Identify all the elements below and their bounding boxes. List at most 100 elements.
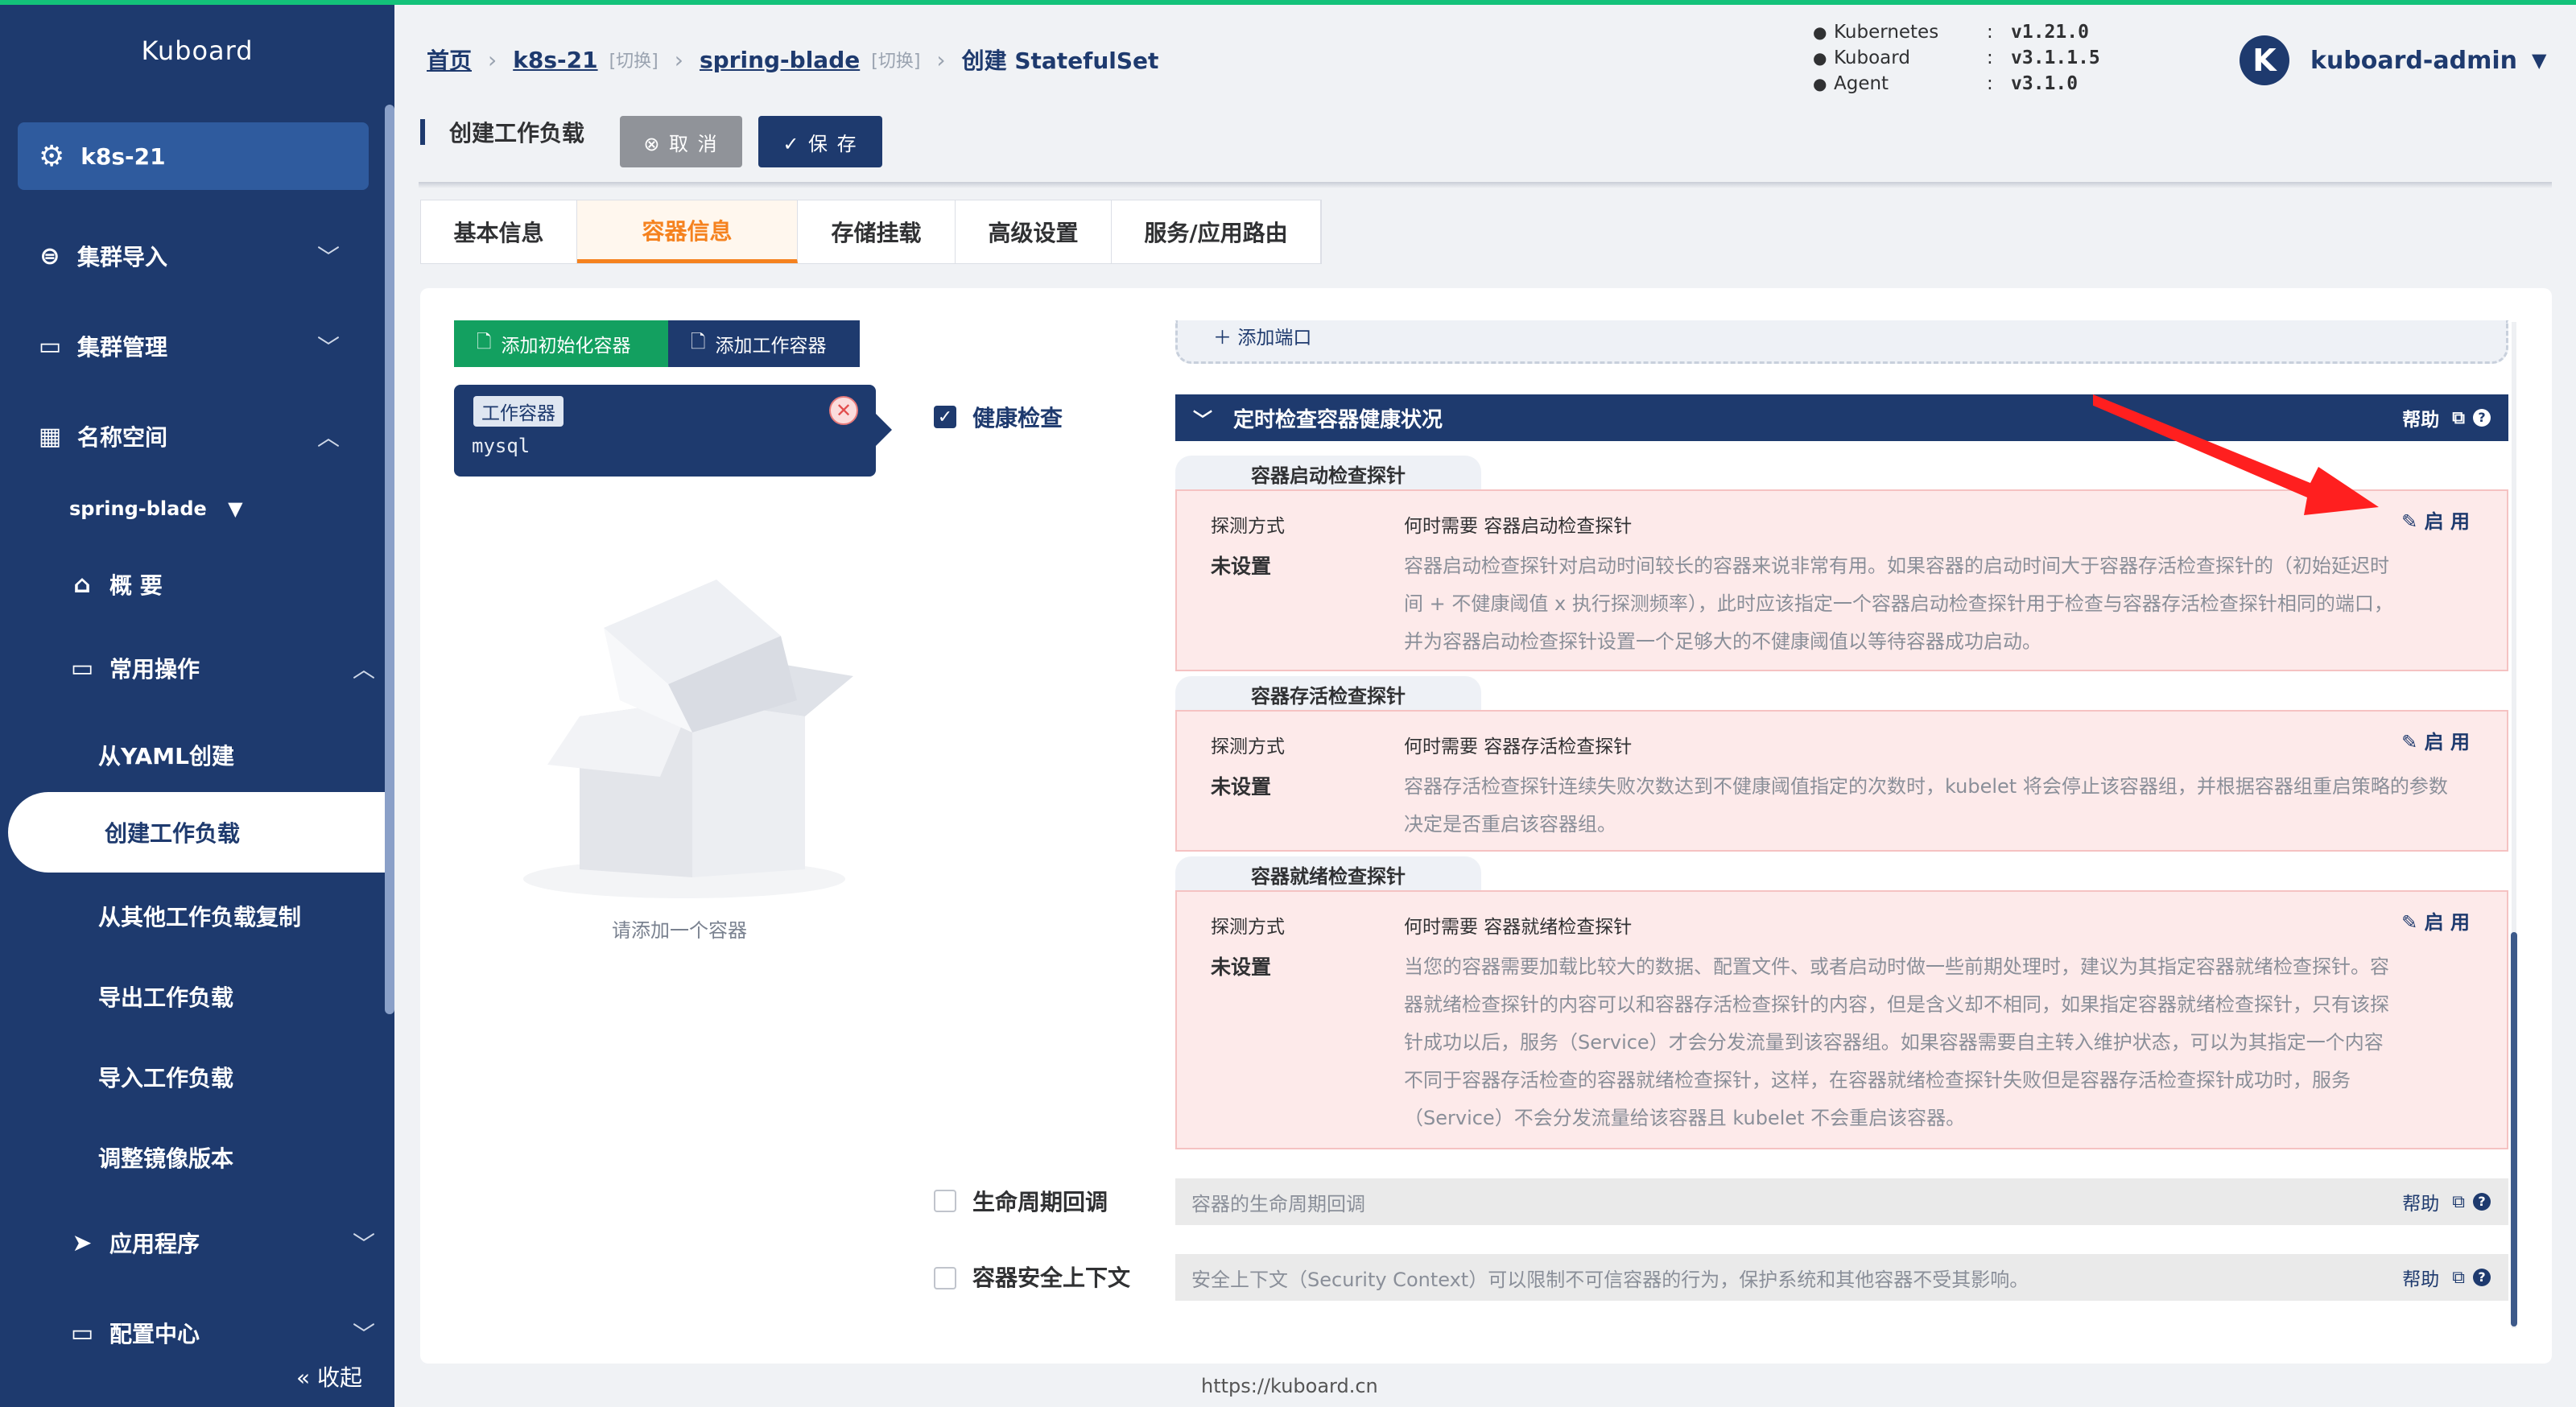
chevron-up-icon: ︿ xyxy=(316,424,340,451)
help-label: 帮助 xyxy=(2402,410,2440,431)
version-name: Agent xyxy=(1834,73,1889,94)
readiness-probe-tab[interactable]: 容器就绪检查探针 xyxy=(1175,856,1481,892)
sidebar-item-label: 应用程序 xyxy=(109,1231,200,1257)
sidebar-item-label: 集群管理 xyxy=(77,334,168,361)
footer-link[interactable]: https://kuboard.cn xyxy=(1201,1375,1378,1397)
sidebar-item-namespace[interactable]: ▦ 名称空间 ︿ xyxy=(0,412,378,460)
sidebar-item-apps[interactable]: ➤ 应用程序 ﹀ xyxy=(35,1219,378,1267)
tab-advanced[interactable]: 高级设置 xyxy=(956,200,1112,263)
cluster-selector[interactable]: ⚙ k8s-21 xyxy=(18,122,369,190)
help-link[interactable]: 帮助 ⧉ ? xyxy=(2402,1264,2491,1291)
container-card-mysql[interactable]: 工作容器 mysql ✕ xyxy=(454,385,892,477)
lifecycle-checkbox[interactable] xyxy=(934,1190,956,1212)
health-check-checkbox[interactable]: ✓ xyxy=(934,406,956,428)
enable-startup-probe-button[interactable]: ✎ 启 用 xyxy=(2401,505,2470,534)
collapse-label: 收起 xyxy=(316,1364,362,1391)
sidebar-scrollbar[interactable] xyxy=(385,105,394,1014)
tab-storage[interactable]: 存储挂载 xyxy=(798,200,956,263)
sidebar-item-create-workload[interactable]: 创建工作负载 xyxy=(8,792,394,873)
help-link[interactable]: 帮助 ⧉ ? xyxy=(2402,404,2491,431)
document-plus-icon: 🗋 xyxy=(691,331,706,353)
page-title-bar: 创建工作负载 xyxy=(420,116,584,148)
logo: Kuboard xyxy=(141,35,254,66)
namespace-name: spring-blade xyxy=(69,497,207,520)
pointer-triangle xyxy=(876,414,892,446)
tab-container-info[interactable]: 容器信息 xyxy=(577,200,798,263)
add-port-area: ＋ 添加端口 xyxy=(1175,320,2508,364)
briefcase-icon: ▭ xyxy=(70,1318,94,1347)
help-link[interactable]: 帮助 ⧉ ? xyxy=(2402,1188,2491,1215)
question-icon: ? xyxy=(2473,1269,2491,1286)
sidebar-item-import-workload[interactable]: 导入工作负载 xyxy=(98,1061,233,1093)
avatar: K xyxy=(2240,35,2289,85)
title-accent xyxy=(420,119,425,145)
breadcrumb-current: 创建 StatefulSet xyxy=(961,47,1159,74)
version-name: Kuboard xyxy=(1834,47,1910,68)
add-work-container-button[interactable]: 🗋 添加工作容器 xyxy=(668,320,860,367)
cancel-button[interactable]: ⊗ 取 消 xyxy=(620,116,742,167)
breadcrumb-namespace[interactable]: spring-blade xyxy=(700,47,860,73)
version-row: ● Kuboard : v3.1.1.5 xyxy=(1813,45,2100,71)
colon: : xyxy=(1987,73,1993,94)
top-accent-line xyxy=(0,0,2576,5)
collapse-button[interactable]: « 收起 xyxy=(296,1360,362,1393)
sidebar-item-overview[interactable]: ⌂ 概 要 xyxy=(35,560,394,609)
sidebar-item-common-ops[interactable]: ▭ 常用操作 ︿ xyxy=(35,644,378,692)
bullet-icon: ● xyxy=(1813,23,1827,42)
probe-method-key: 探测方式 xyxy=(1211,917,1285,938)
breadcrumb: 首页 › k8s-21 [切换] › spring-blade [切换] › 创… xyxy=(427,43,1158,76)
edit-icon: ✎ xyxy=(2401,911,2418,934)
sidebar-item-cluster-manage[interactable]: ▭ 集群管理 ﹀ xyxy=(0,322,378,370)
add-init-container-button[interactable]: 🗋 添加初始化容器 xyxy=(454,320,668,367)
liveness-probe-tab[interactable]: 容器存活检查探针 xyxy=(1175,676,1481,712)
probe-title: 何时需要 容器启动检查探针 xyxy=(1404,516,1633,537)
probe-method-key: 探测方式 xyxy=(1211,516,1285,537)
startup-probe-tab[interactable]: 容器启动检查探针 xyxy=(1175,456,1481,491)
chevron-down-icon: ﹀ xyxy=(352,1231,375,1257)
lifecycle-label: 生命周期回调 xyxy=(972,1189,1108,1215)
sidebar-item-label: 概 要 xyxy=(109,572,163,599)
link-icon: ⊜ xyxy=(39,241,60,270)
bullet-icon: ● xyxy=(1813,74,1827,93)
user-menu[interactable]: K kuboard-admin ▼ xyxy=(2240,35,2546,85)
add-port-button[interactable]: ＋ 添加端口 xyxy=(1213,322,1311,349)
probe-method-value: 未设置 xyxy=(1211,775,1272,798)
enable-label: 启 用 xyxy=(2424,510,2470,533)
chevron-right-icon: › xyxy=(936,46,946,73)
enable-readiness-probe-button[interactable]: ✎ 启 用 xyxy=(2401,906,2470,935)
security-context-label: 容器安全上下文 xyxy=(972,1265,1131,1291)
tab-basic-info[interactable]: 基本信息 xyxy=(421,200,577,263)
empty-hint: 请添加一个容器 xyxy=(612,919,747,942)
switch-cluster-link[interactable]: [切换] xyxy=(609,47,658,72)
switch-namespace-link[interactable]: [切换] xyxy=(871,47,920,72)
probe-method-value: 未设置 xyxy=(1211,555,1272,578)
version-row: ● Agent : v3.1.0 xyxy=(1813,71,2100,97)
grid-icon: ▦ xyxy=(38,422,62,451)
sidebar-item-label: 集群导入 xyxy=(77,244,168,270)
sidebar-item-copy-workload[interactable]: 从其他工作负载复制 xyxy=(98,900,301,932)
sidebar-item-from-yaml[interactable]: 从YAML创建 xyxy=(98,739,234,771)
breadcrumb-home[interactable]: 首页 xyxy=(427,43,472,76)
container-name: mysql xyxy=(472,435,530,457)
annotation-arrow-icon xyxy=(2093,394,2379,515)
save-button[interactable]: ✓ 保 存 xyxy=(758,116,882,167)
version-info: ● Kubernetes : v1.21.0 ● Kuboard : v3.1.… xyxy=(1813,19,2100,97)
enable-liveness-probe-button[interactable]: ✎ 启 用 xyxy=(2401,726,2470,754)
sidebar-item-config[interactable]: ▭ 配置中心 ﹀ xyxy=(35,1309,378,1357)
briefcase-icon: ▭ xyxy=(38,332,62,361)
help-label: 帮助 xyxy=(2402,1194,2440,1215)
security-context-checkbox[interactable] xyxy=(934,1267,956,1289)
tab-service-route[interactable]: 服务/应用路由 xyxy=(1112,200,1321,263)
close-icon[interactable]: ✕ xyxy=(829,396,858,425)
help-label: 帮助 xyxy=(2402,1269,2440,1290)
sidebar-item-export-workload[interactable]: 导出工作负载 xyxy=(98,980,233,1013)
sidebar-item-adjust-image[interactable]: 调整镜像版本 xyxy=(98,1141,233,1174)
header-divider xyxy=(419,182,2552,188)
namespace-selector[interactable]: spring-blade ▼ xyxy=(69,497,243,520)
content-scrollbar-thumb[interactable] xyxy=(2511,932,2517,1327)
sidebar-item-cluster-import[interactable]: ⊜ 集群导入 ﹀ xyxy=(0,232,378,280)
lifecycle-bar: 容器的生命周期回调 帮助 ⧉ ? xyxy=(1175,1178,2508,1225)
version-value: v3.1.0 xyxy=(2011,73,2079,94)
breadcrumb-cluster[interactable]: k8s-21 xyxy=(513,47,597,73)
chevron-up-icon: ︿ xyxy=(352,656,375,683)
